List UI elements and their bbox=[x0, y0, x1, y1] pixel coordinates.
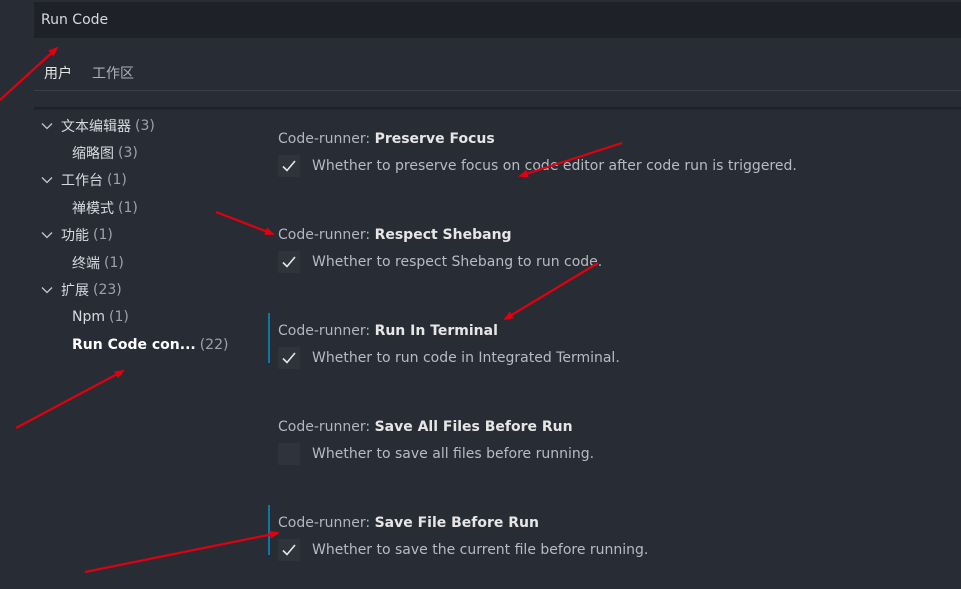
header-shadow bbox=[34, 107, 961, 111]
tabs-divider bbox=[34, 90, 961, 91]
setting-run-in-terminal: Code-runner: Run In Terminal Whether to … bbox=[268, 313, 948, 373]
toc-item-workbench[interactable]: 工作台 (1) bbox=[36, 167, 251, 194]
preserve-focus-checkbox[interactable] bbox=[278, 155, 300, 177]
setting-preserve-focus: Code-runner: Preserve Focus Whether to p… bbox=[268, 131, 948, 181]
setting-category: Code-runner: bbox=[278, 419, 375, 435]
toc-item-zen-mode[interactable]: 禅模式 (1) bbox=[36, 194, 251, 221]
setting-description: Whether to save all files before running… bbox=[312, 446, 595, 462]
toc-item-label: 缩略图 bbox=[72, 146, 114, 163]
setting-key: Preserve Focus bbox=[374, 131, 495, 147]
toc-item-text-editor[interactable]: 文本编辑器 (3) bbox=[36, 112, 251, 139]
toc-item-count: (3) bbox=[135, 117, 155, 134]
toc-item-count: (1) bbox=[93, 227, 113, 244]
setting-description: Whether to save the current file before … bbox=[312, 542, 649, 558]
toc-item-label: 功能 bbox=[61, 228, 89, 245]
check-icon bbox=[282, 544, 296, 556]
save-file-before-run-checkbox[interactable] bbox=[278, 539, 300, 561]
toc-item-count: (3) bbox=[118, 145, 138, 162]
run-in-terminal-checkbox[interactable] bbox=[278, 347, 300, 369]
setting-description: Whether to run code in Integrated Termin… bbox=[312, 350, 620, 366]
tab-user[interactable]: 用户 bbox=[34, 58, 82, 91]
check-icon bbox=[282, 160, 296, 172]
toc-item-label: Run Code con... bbox=[72, 336, 196, 353]
setting-category: Code-runner: bbox=[278, 131, 375, 147]
annotation-arrow-toc bbox=[15, 370, 125, 429]
toc-item-label: 禅模式 bbox=[72, 200, 114, 217]
toc-item-count: (1) bbox=[107, 172, 127, 189]
setting-save-file-before-run: Code-runner: Save File Before Run Whethe… bbox=[268, 505, 948, 565]
toc-item-count: (1) bbox=[118, 199, 138, 216]
modified-indicator bbox=[268, 313, 270, 363]
toc-item-features[interactable]: 功能 (1) bbox=[36, 222, 251, 249]
setting-title: Code-runner: Save File Before Run bbox=[278, 515, 539, 531]
setting-title: Code-runner: Run In Terminal bbox=[278, 323, 498, 339]
toc-item-minimap[interactable]: 缩略图 (3) bbox=[36, 139, 251, 166]
setting-title: Code-runner: Preserve Focus bbox=[278, 131, 495, 147]
modified-indicator bbox=[268, 505, 270, 555]
toc-item-count: (23) bbox=[93, 282, 122, 299]
chevron-down-icon bbox=[41, 287, 53, 294]
chevron-down-icon bbox=[41, 232, 53, 239]
toc-item-label: 终端 bbox=[72, 255, 100, 272]
toc-item-run-code-config[interactable]: Run Code con... (22) bbox=[36, 331, 251, 358]
setting-key: Respect Shebang bbox=[374, 227, 512, 243]
toc-item-label: 文本编辑器 bbox=[61, 118, 131, 135]
setting-description: Whether to respect Shebang to run code. bbox=[312, 254, 603, 270]
chevron-down-icon bbox=[41, 122, 53, 130]
toc-item-count: (1) bbox=[109, 309, 129, 326]
setting-category: Code-runner: bbox=[278, 323, 375, 339]
toc-item-label: Npm bbox=[72, 309, 105, 326]
setting-respect-shebang: Code-runner: Respect Shebang Whether to … bbox=[268, 227, 948, 277]
setting-save-all-files-before-run: Code-runner: Save All Files Before Run W… bbox=[268, 419, 948, 469]
check-icon bbox=[282, 352, 296, 364]
tab-workspace[interactable]: 工作区 bbox=[82, 58, 144, 90]
toc-item-label: 工作台 bbox=[61, 173, 103, 190]
settings-scope-tabs: 用户 工作区 bbox=[34, 58, 144, 91]
toc-item-count: (1) bbox=[104, 254, 124, 271]
annotation-arrow-save-file bbox=[84, 530, 280, 574]
settings-toc: 文本编辑器 (3) 缩略图 (3) 工作台 (1) 禅模式 (1) 功能 (1)… bbox=[36, 112, 251, 359]
setting-category: Code-runner: bbox=[278, 227, 375, 243]
setting-title: Code-runner: Save All Files Before Run bbox=[278, 419, 573, 435]
setting-title: Code-runner: Respect Shebang bbox=[278, 227, 512, 243]
toc-item-npm[interactable]: Npm (1) bbox=[36, 304, 251, 331]
toc-item-label: 扩展 bbox=[61, 283, 89, 300]
toc-item-count: (22) bbox=[199, 336, 229, 353]
setting-key: Save File Before Run bbox=[374, 515, 539, 531]
settings-search-input[interactable] bbox=[41, 12, 961, 28]
save-all-files-checkbox[interactable] bbox=[278, 443, 300, 465]
setting-category: Code-runner: bbox=[278, 515, 375, 531]
setting-key: Run In Terminal bbox=[374, 323, 498, 339]
chevron-down-icon bbox=[41, 177, 53, 184]
settings-search-bar[interactable] bbox=[34, 2, 961, 38]
toc-item-terminal[interactable]: 终端 (1) bbox=[36, 249, 251, 276]
toc-item-extensions[interactable]: 扩展 (23) bbox=[36, 276, 251, 303]
check-icon bbox=[282, 256, 296, 268]
respect-shebang-checkbox[interactable] bbox=[278, 251, 300, 273]
setting-description: Whether to preserve focus on code editor… bbox=[312, 158, 797, 174]
setting-key: Save All Files Before Run bbox=[374, 419, 573, 435]
